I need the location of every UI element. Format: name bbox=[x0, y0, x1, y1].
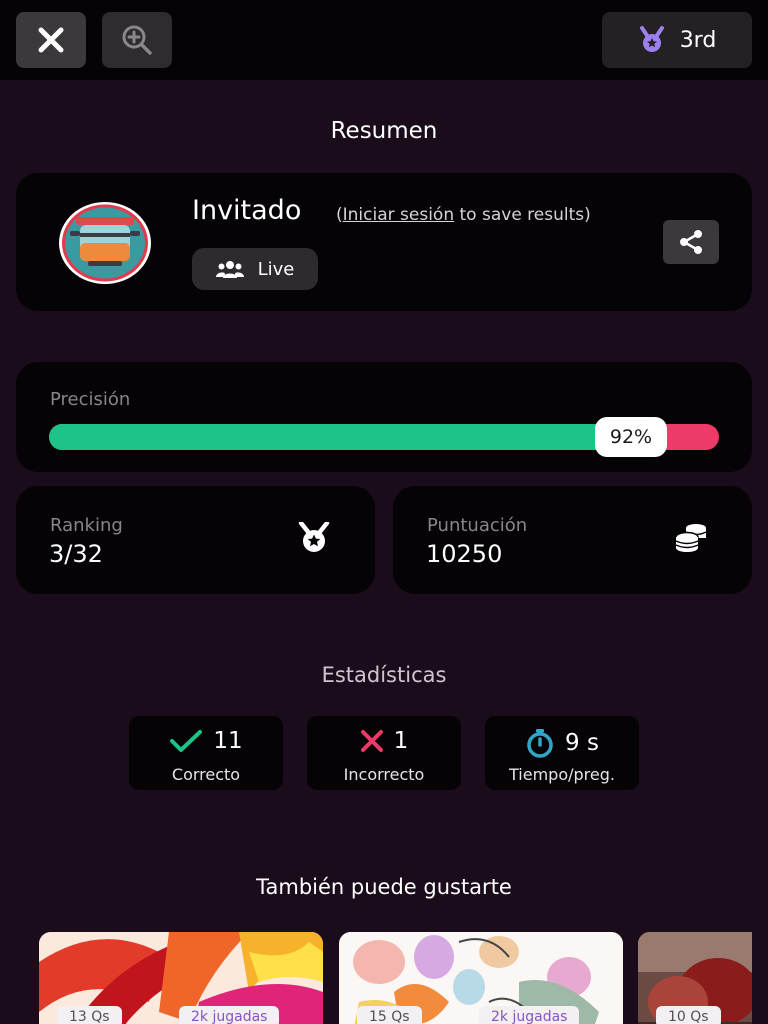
rank-badge[interactable]: 3rd bbox=[602, 12, 752, 68]
quiz-question-count: 15 Qs bbox=[357, 1006, 422, 1024]
incorrect-label: Incorrecto bbox=[343, 765, 425, 784]
profile-card: Invitado (Iniciar sesión to save results… bbox=[16, 173, 752, 311]
share-button[interactable] bbox=[663, 220, 719, 264]
accuracy-bar: 92% bbox=[49, 417, 719, 457]
incorrect-count: 1 bbox=[393, 728, 409, 754]
stat-time: 9 s Tiempo/preg. bbox=[485, 716, 639, 790]
zoom-in-icon bbox=[122, 25, 152, 55]
login-prefix: ( bbox=[336, 205, 343, 225]
score-value: 10250 bbox=[426, 540, 503, 568]
top-bar: 3rd bbox=[0, 0, 768, 80]
mode-badge: Live bbox=[192, 248, 318, 290]
cross-icon bbox=[360, 730, 383, 752]
quiz-question-count: 10 Qs bbox=[656, 1006, 721, 1024]
group-icon bbox=[215, 261, 244, 278]
stat-correct: 11 Correcto bbox=[129, 716, 283, 790]
share-icon bbox=[680, 230, 702, 254]
accuracy-bar-fill bbox=[49, 424, 665, 450]
zoom-in-button[interactable] bbox=[102, 12, 172, 68]
quiz-play-count: 2k jugadas bbox=[479, 1006, 580, 1024]
score-card: Puntuación 10250 bbox=[393, 486, 752, 594]
check-icon bbox=[170, 730, 203, 752]
close-icon bbox=[38, 27, 64, 53]
quiz-play-count: 2k jugadas bbox=[179, 1006, 280, 1024]
stopwatch-icon bbox=[527, 729, 553, 758]
recommended-quiz-card[interactable]: 10 Qs bbox=[638, 932, 752, 1024]
close-button[interactable] bbox=[16, 12, 86, 68]
medal-icon bbox=[298, 522, 330, 552]
stat-time-top: 9 s bbox=[485, 728, 639, 758]
stats-title: Estadísticas bbox=[321, 663, 447, 687]
time-value: 9 s bbox=[565, 730, 599, 756]
ranking-value: 3/32 bbox=[49, 540, 103, 568]
recommendations-title: También puede gustarte bbox=[256, 875, 512, 899]
summary-title: Resumen bbox=[330, 118, 438, 144]
ranking-card: Ranking 3/32 bbox=[16, 486, 375, 594]
coins-icon bbox=[675, 524, 707, 552]
mode-label: Live bbox=[257, 258, 295, 280]
medal-icon bbox=[639, 26, 664, 52]
correct-label: Correcto bbox=[171, 765, 241, 784]
accuracy-card: Precisión 92% bbox=[16, 362, 752, 472]
stat-correct-top: 11 bbox=[129, 728, 283, 754]
accuracy-label: Precisión bbox=[50, 389, 131, 410]
recommended-quiz-card[interactable]: 13 Qs 2k jugadas bbox=[39, 932, 323, 1024]
player-name: Invitado bbox=[192, 195, 302, 226]
quiz-question-count: 13 Qs bbox=[57, 1006, 122, 1024]
stat-incorrect-top: 1 bbox=[307, 728, 461, 754]
time-label: Tiempo/preg. bbox=[509, 765, 615, 784]
rank-label: 3rd bbox=[679, 27, 717, 53]
ranking-label: Ranking bbox=[50, 515, 123, 536]
recommended-quiz-card[interactable]: 15 Qs 2k jugadas bbox=[339, 932, 623, 1024]
correct-count: 11 bbox=[213, 728, 243, 754]
accuracy-value: 92% bbox=[595, 417, 667, 457]
login-suffix: to save results) bbox=[454, 205, 591, 225]
stat-incorrect: 1 Incorrecto bbox=[307, 716, 461, 790]
score-label: Puntuación bbox=[427, 515, 528, 536]
login-link[interactable]: Iniciar sesión bbox=[343, 205, 454, 225]
login-note: (Iniciar sesión to save results) bbox=[336, 205, 591, 225]
avatar bbox=[59, 202, 151, 284]
